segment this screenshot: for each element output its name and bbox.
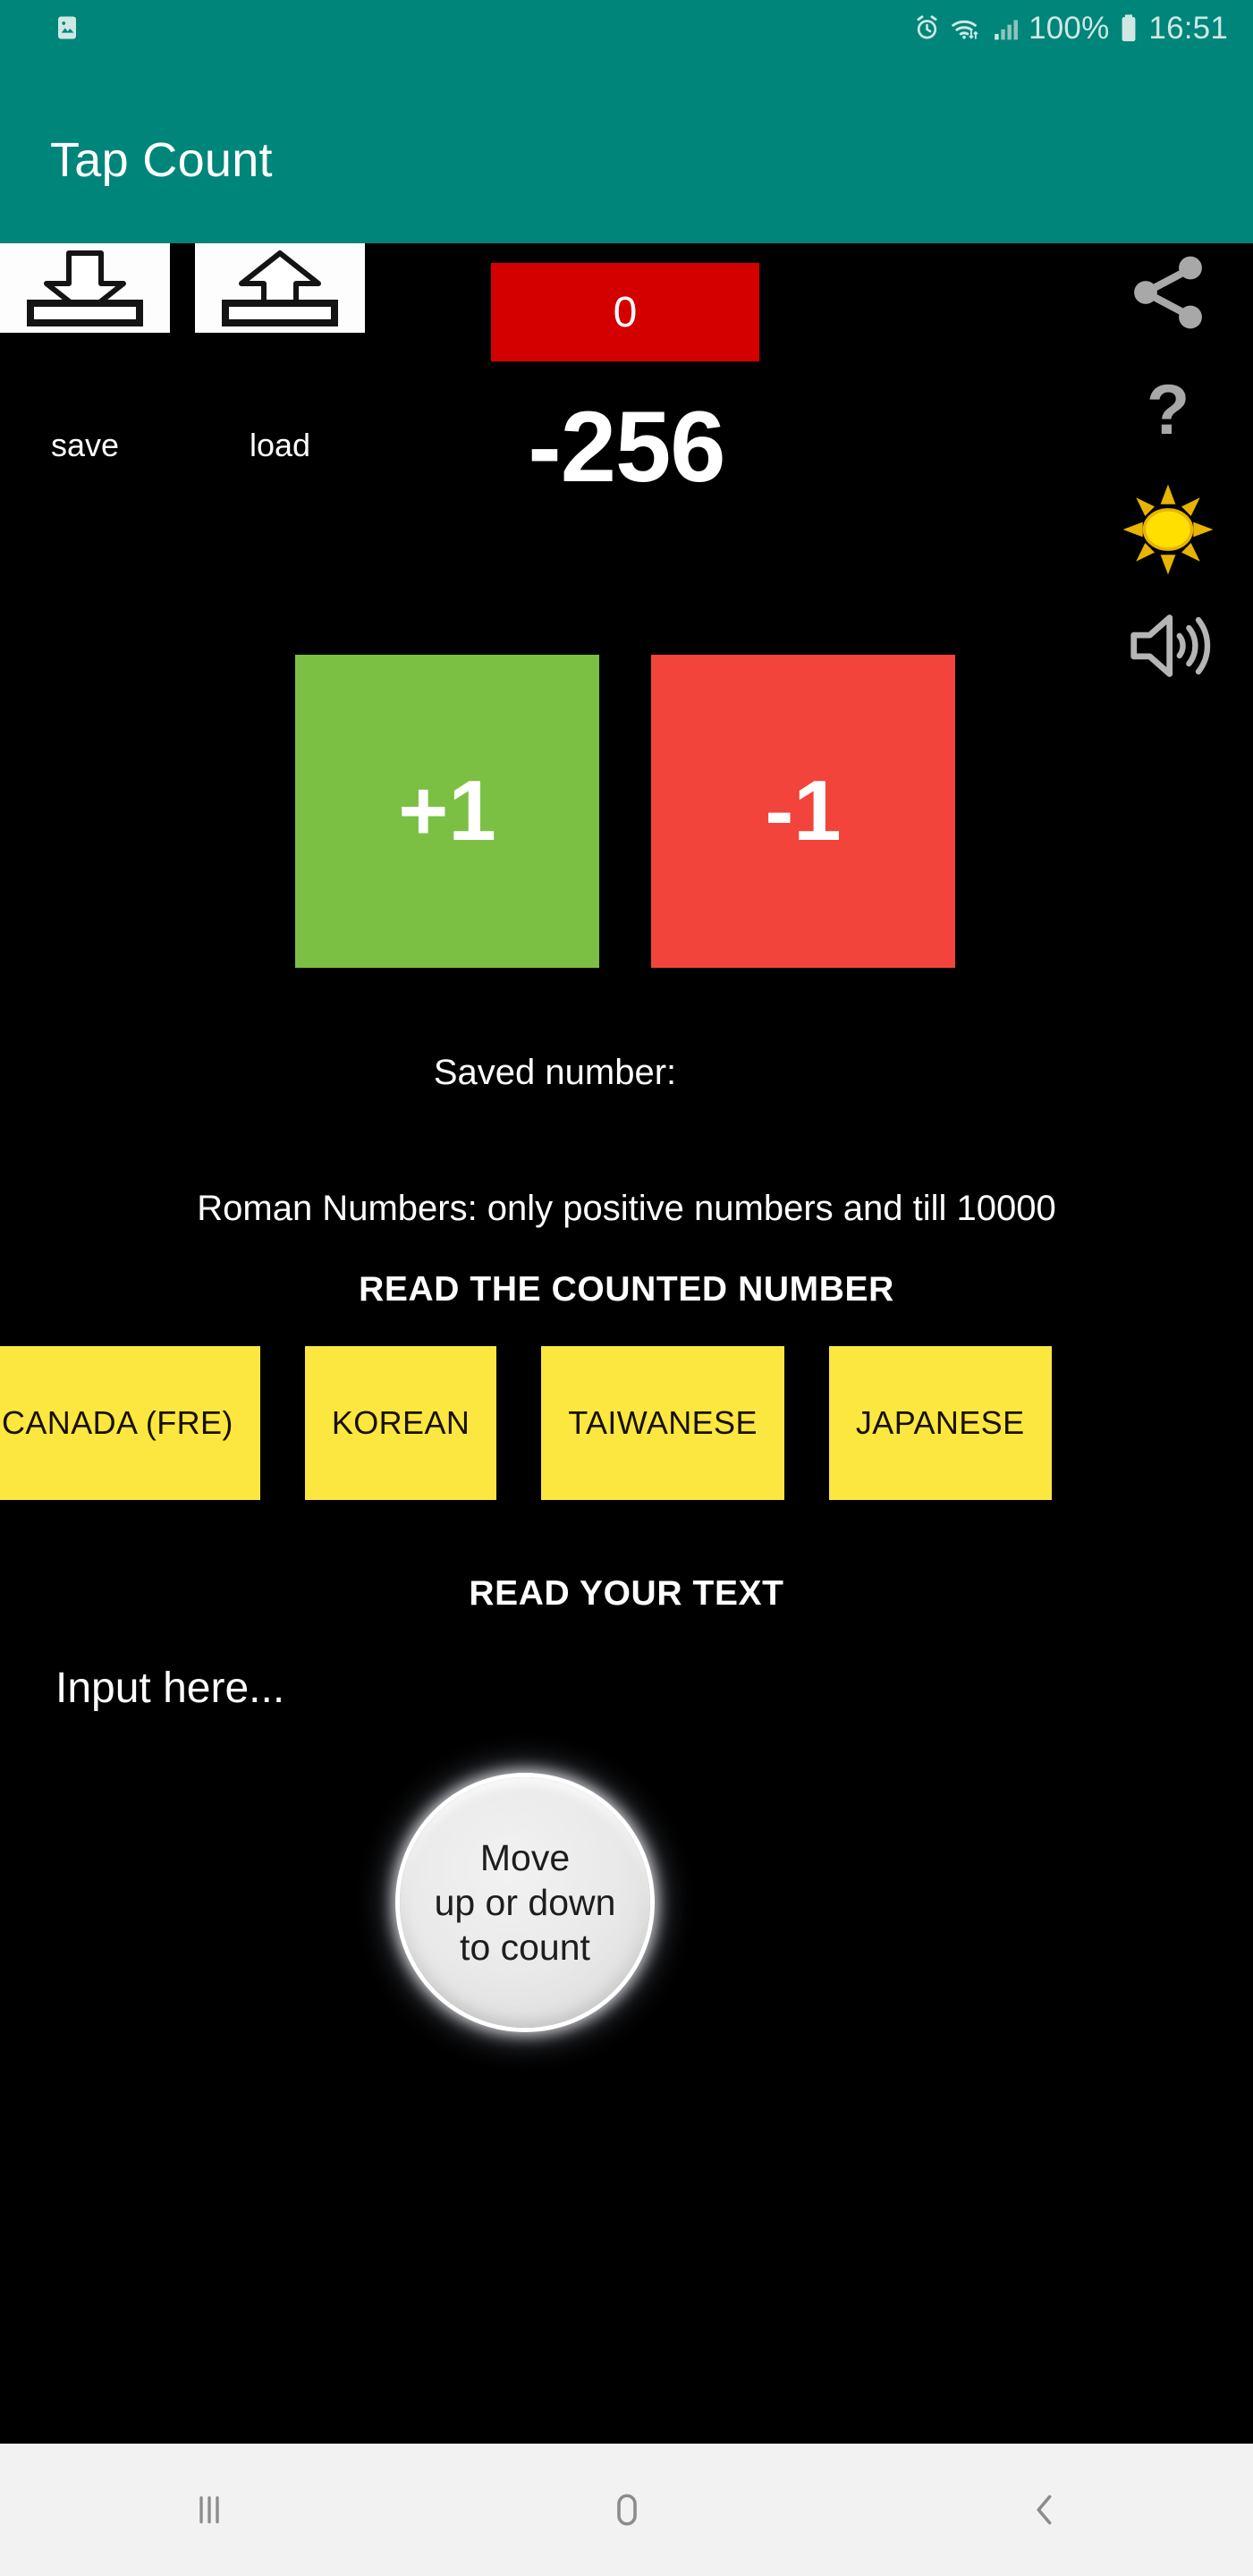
status-bar-left — [54, 14, 80, 41]
language-buttons-scroller[interactable]: CANADA (FRE) KOREAN TAIWANESE JAPANESE — [0, 1346, 1253, 1500]
svg-text:?: ? — [1147, 369, 1190, 449]
text-to-read-input[interactable] — [55, 1652, 1191, 1724]
theme-toggle-button[interactable] — [1110, 471, 1226, 588]
page-title: Tap Count — [50, 133, 273, 187]
back-chevron-icon — [1036, 2495, 1051, 2525]
help-button[interactable]: ? — [1110, 355, 1226, 471]
section-heading-your-text: READ YOUR TEXT — [469, 1574, 784, 1613]
clock-label: 16:51 — [1148, 10, 1228, 46]
section-heading-counted-number: READ THE COUNTED NUMBER — [359, 1270, 894, 1309]
app-bar: Tap Count — [0, 55, 1253, 243]
increment-button-label: +1 — [398, 763, 496, 859]
language-button[interactable]: KOREAN — [304, 1346, 497, 1500]
question-mark-icon: ? — [1147, 369, 1190, 449]
sun-icon — [1122, 484, 1214, 575]
system-navigation-bar — [0, 2444, 1253, 2576]
language-button[interactable]: TAIWANESE — [541, 1346, 784, 1500]
upload-tray-icon — [222, 250, 338, 326]
speaker-volume-icon — [1130, 614, 1211, 677]
reset-counter-button[interactable]: 0 — [491, 263, 759, 361]
share-icon — [1134, 256, 1202, 329]
language-buttons-track: CANADA (FRE) KOREAN TAIWANESE JAPANESE — [0, 1346, 1052, 1500]
home-button[interactable] — [418, 2444, 835, 2576]
battery-icon — [1118, 13, 1139, 43]
signal-bars-icon — [992, 14, 1020, 42]
language-button-label: TAIWANESE — [568, 1404, 758, 1441]
battery-percent-label: 100% — [1029, 10, 1110, 46]
app-screen: 100% 16:51 Tap Count save load 0 -256 +1… — [0, 0, 1253, 2576]
image-icon — [54, 14, 80, 41]
download-tray-icon — [27, 250, 143, 326]
load-button[interactable] — [195, 243, 365, 333]
language-button-label: CANADA (FRE) — [2, 1404, 233, 1441]
alarm-icon — [913, 14, 941, 42]
move-to-count-button[interactable]: Move up or down to count — [400, 1777, 650, 2028]
saved-number-label: Saved number: — [433, 1053, 677, 1092]
save-button[interactable] — [0, 243, 170, 333]
roman-numbers-note: Roman Numbers: only positive numbers and… — [197, 1189, 1056, 1228]
language-button-label: KOREAN — [331, 1404, 470, 1441]
increment-button[interactable]: +1 — [295, 655, 599, 968]
sound-toggle-button[interactable] — [1110, 588, 1226, 704]
decrement-button[interactable]: -1 — [651, 655, 955, 968]
decrement-button-label: -1 — [765, 763, 842, 859]
status-bar-right: 100% 16:51 — [913, 13, 1228, 44]
reset-counter-value: 0 — [613, 288, 638, 336]
recents-button[interactable] — [0, 2444, 418, 2576]
back-button[interactable] — [835, 2444, 1253, 2576]
counter-display: -256 — [528, 391, 725, 503]
language-button[interactable]: JAPANESE — [828, 1346, 1052, 1500]
share-button[interactable] — [1110, 234, 1226, 351]
main-content: save load 0 -256 +1 -1 ? Saved number: R… — [0, 243, 1253, 2444]
wifi-icon — [950, 14, 983, 42]
language-button[interactable]: CANADA (FRE) — [0, 1346, 260, 1500]
recents-icon — [199, 2496, 219, 2524]
language-button-label: JAPANESE — [855, 1404, 1025, 1441]
move-to-count-label: Move up or down to count — [434, 1836, 616, 1968]
home-icon — [616, 2494, 637, 2526]
status-bar: 100% 16:51 — [0, 0, 1253, 55]
